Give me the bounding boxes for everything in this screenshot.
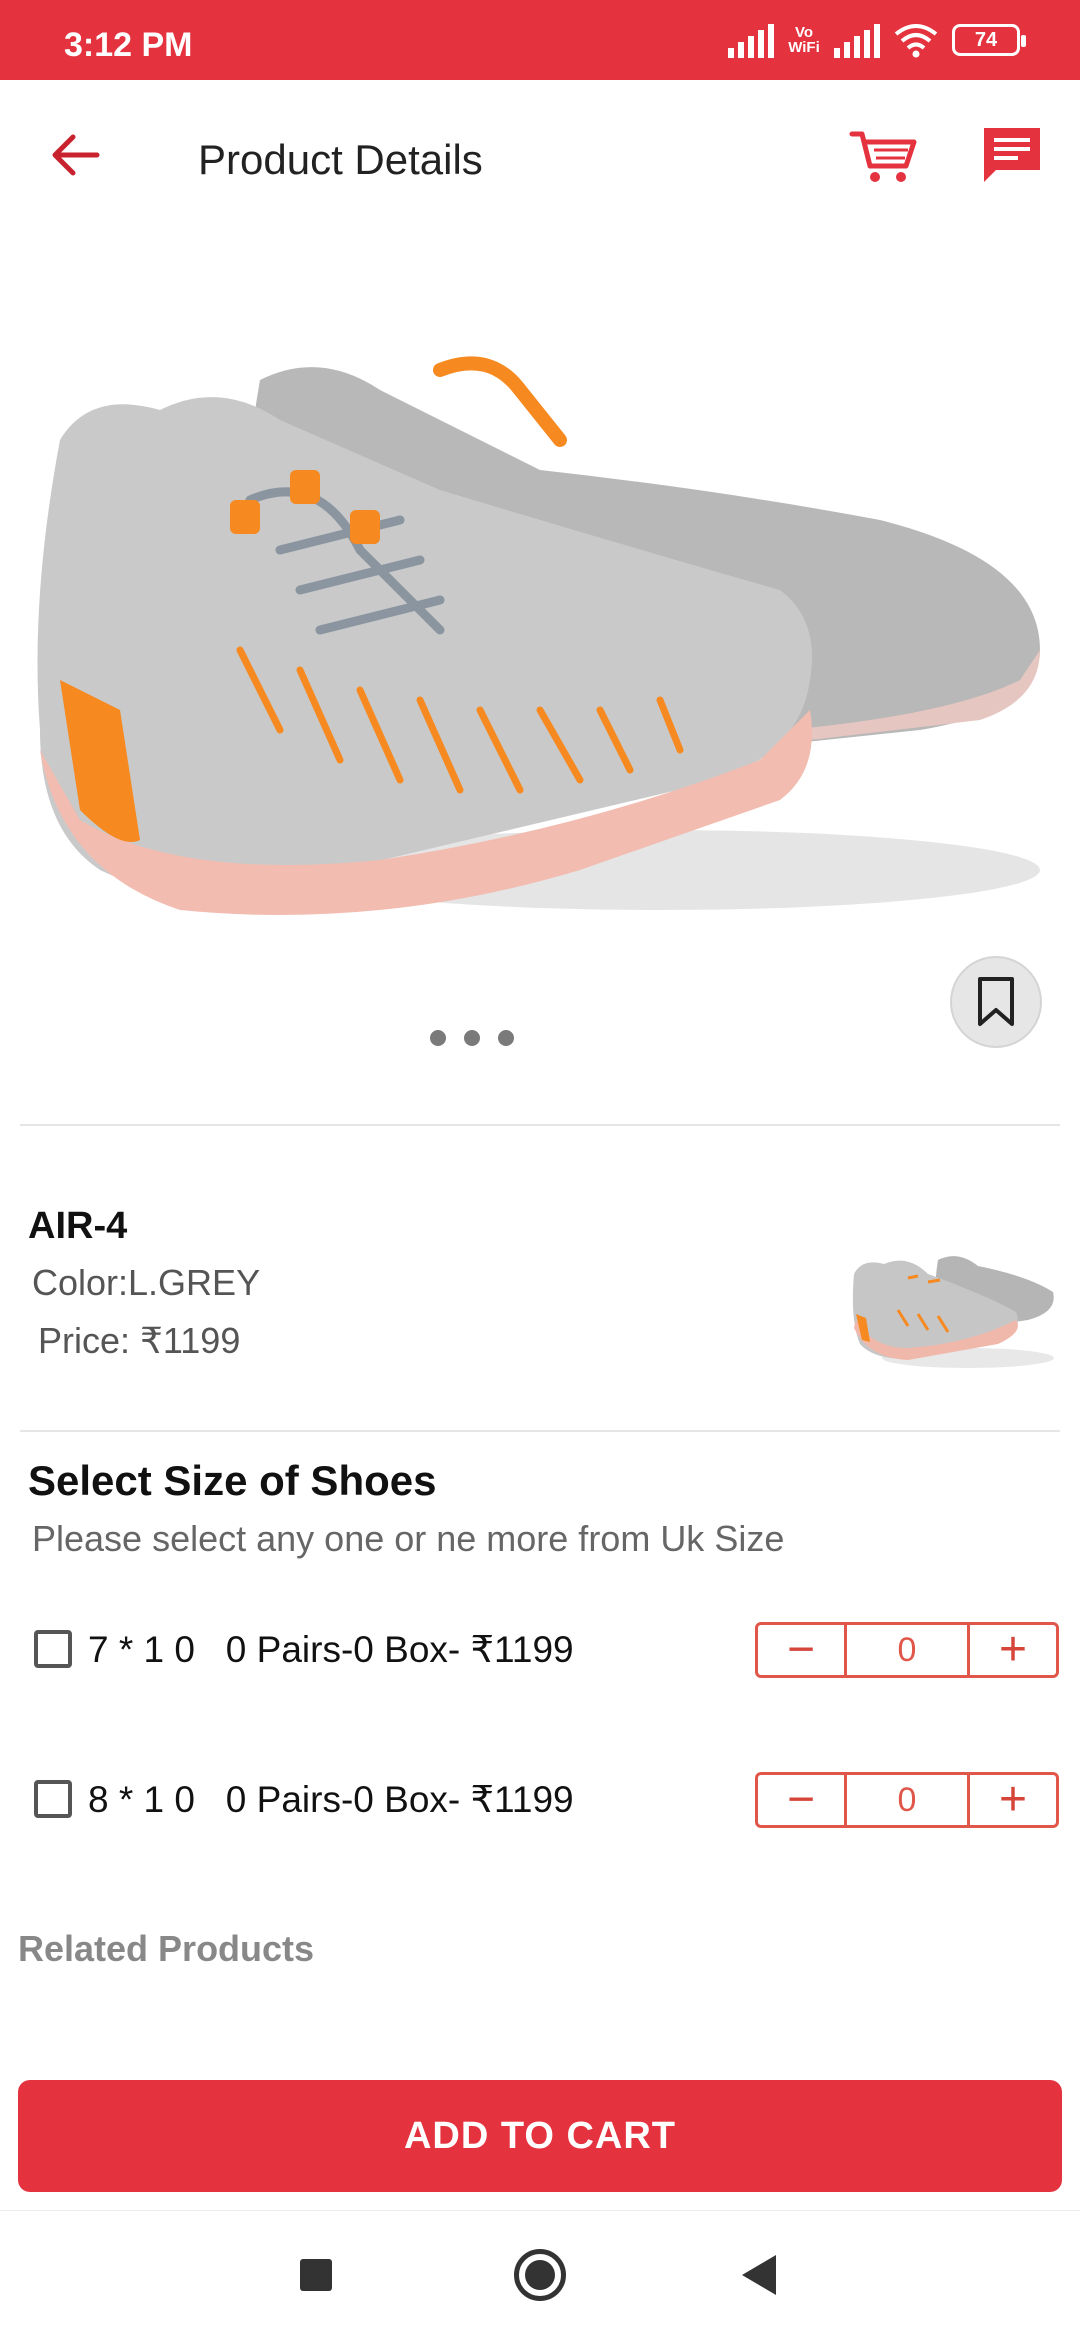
size-section-title: Select Size of Shoes [28,1457,437,1504]
size-checkbox[interactable] [34,1780,72,1818]
product-image [37,356,1040,915]
status-time: 3:12 PM [64,26,193,64]
quantity-value[interactable]: 0 [844,1625,970,1675]
home-icon[interactable] [514,2249,566,2301]
decrement-button[interactable]: − [758,1625,844,1675]
chat-icon [984,128,1040,182]
status-icons: Vo WiFi 74 [728,22,1026,58]
wifi-icon [894,24,938,58]
quantity-value[interactable]: 0 [844,1775,970,1825]
related-products-title: Related Products [18,1928,315,1969]
back-triangle-icon[interactable] [742,2255,776,2295]
cart-button[interactable] [848,120,920,192]
divider [20,1124,1060,1126]
arrow-back-icon [52,134,100,176]
carousel-dot[interactable] [498,1030,514,1046]
system-nav-bar [0,2210,1080,2340]
chat-button[interactable] [980,124,1044,188]
bookmark-icon [978,977,1014,1026]
battery-level: 74 [974,28,998,51]
page-title: Product Details [198,136,483,183]
signal-icon-2 [834,22,880,58]
product-name: AIR-4 [28,1205,128,1247]
battery-icon: 74 [952,24,1026,56]
decrement-button[interactable]: − [758,1775,844,1825]
divider [20,1430,1060,1432]
quantity-stepper: − 0 + [755,1772,1059,1828]
size-row: 7 * 1 0 0 Pairs-0 Box- ₹1199 − 0 + [0,1622,1080,1682]
size-row: 8 * 1 0 0 Pairs-0 Box- ₹1199 − 0 + [0,1772,1080,1832]
size-section-subtitle: Please select any one or ne more from Uk… [32,1518,785,1559]
product-thumbnail[interactable] [848,1240,1060,1370]
size-label: 7 * 1 0 0 Pairs-0 Box- ₹1199 [88,1629,574,1670]
app-bar: Product Details [0,80,1080,240]
cart-icon [849,131,917,182]
carousel-dot[interactable] [464,1030,480,1046]
carousel-dot[interactable] [430,1030,446,1046]
back-button[interactable] [40,120,110,190]
size-label: 8 * 1 0 0 Pairs-0 Box- ₹1199 [88,1779,574,1820]
signal-icon [728,22,774,58]
recents-icon[interactable] [300,2259,332,2291]
quantity-stepper: − 0 + [755,1622,1059,1678]
add-to-cart-button[interactable]: ADD TO CART [18,2080,1062,2192]
product-price: Price: ₹1199 [38,1320,241,1361]
increment-button[interactable]: + [970,1775,1056,1825]
vowifi-icon: Vo WiFi [788,24,820,56]
product-color: Color:L.GREY [32,1262,261,1303]
product-image-gallery[interactable] [0,240,1080,1110]
status-bar: 3:12 PM Vo WiFi 74 [0,0,1080,80]
increment-button[interactable]: + [970,1625,1056,1675]
carousel-indicator [430,1030,514,1046]
bookmark-button[interactable] [950,956,1042,1048]
size-checkbox[interactable] [34,1630,72,1668]
